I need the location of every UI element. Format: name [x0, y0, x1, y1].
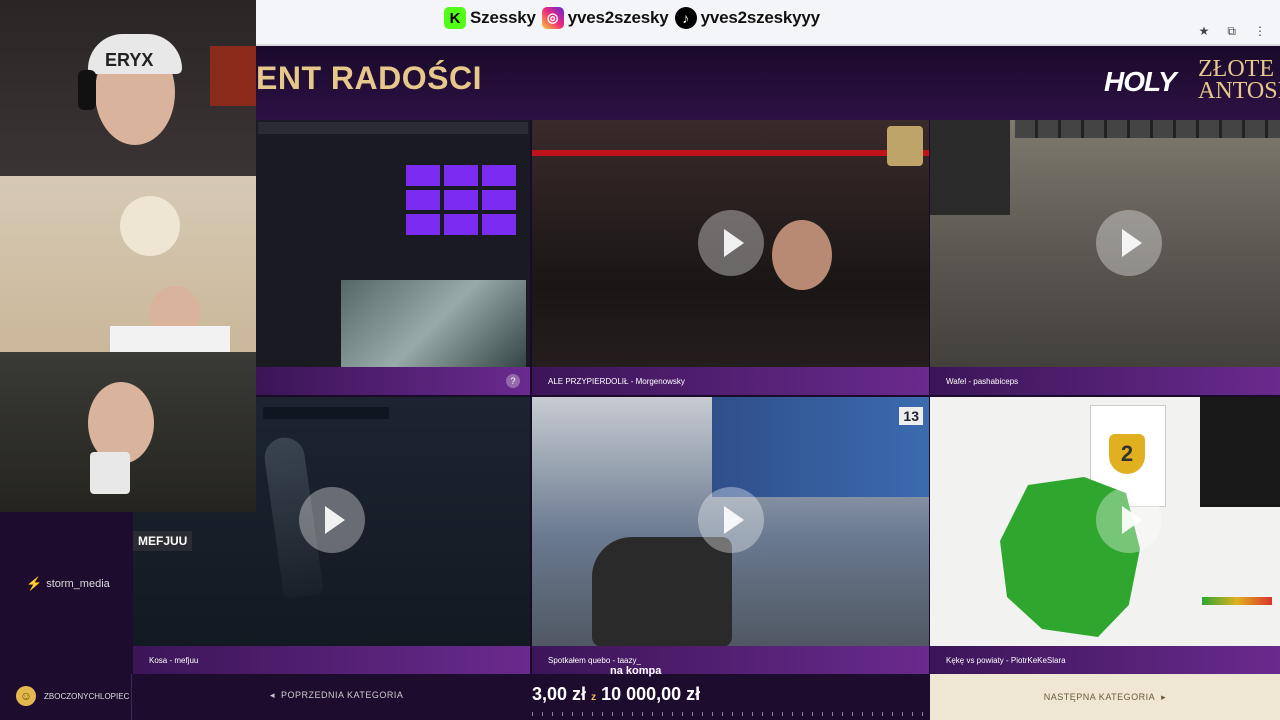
help-icon[interactable]: ? [506, 374, 520, 388]
webcam-3 [0, 352, 256, 512]
tiktok-handle: ♪ yves2szeskyyy [674, 7, 821, 29]
bookmark-star-icon[interactable]: ★ [1199, 24, 1210, 39]
storm-brand: storm_media [46, 578, 110, 590]
ceiling-lamp [120, 196, 180, 256]
user-chip[interactable]: ☺ ZBOCZONYCHLOPIEC [16, 686, 129, 706]
video-tile-6[interactable]: 2 Kękę vs powiaty - PiotrKeKeSlara [930, 397, 1280, 674]
storm-icon: ⚡ [26, 576, 43, 591]
tiktok-name: yves2szeskyyy [700, 8, 821, 27]
arrow-right-icon: ▸ [1155, 691, 1167, 702]
profile-icon[interactable]: ⋮ [1254, 24, 1266, 39]
browser-toolbar-icons: ★ ⧉ ⋮ [1199, 24, 1266, 39]
trophy-badge-icon [887, 126, 923, 166]
arrow-left-icon: ◂ [270, 690, 282, 700]
previous-category-label: POPRZEDNIA KATEGORIA [281, 690, 404, 700]
tile-caption-3: Wafel - pashabiceps [930, 367, 1280, 395]
screenshare-tabs [258, 122, 528, 134]
tile-caption-1 [256, 367, 530, 395]
play-button-icon[interactable] [1096, 210, 1162, 276]
streamer-cam-small [1200, 397, 1280, 507]
next-category-label: NASTĘPNA KATEGORIA [1043, 692, 1156, 702]
logo-line-1: ZŁOTE [1198, 56, 1274, 82]
racing-cam [341, 280, 526, 368]
webcam-1: ERYX [0, 0, 256, 176]
price-low: 3,00 zł [532, 684, 587, 704]
tiktok-icon: ♪ [674, 7, 697, 29]
platform-number: 13 [899, 407, 923, 425]
price-range: 3,00 zł z 10 000,00 zł [532, 684, 700, 705]
departure-board [712, 397, 929, 497]
social-handles: K Szessky ◎ yves2szesky ♪ yves2szeskyyy [444, 5, 820, 31]
tile-caption-2: ALE PRZYPIERDOLIŁ - Morgenowsky [532, 367, 929, 395]
video-tile-2[interactable]: ALE PRZYPIERDOLIŁ - Morgenowsky [532, 120, 929, 395]
rank-badge-icon: 2 [1109, 434, 1145, 474]
play-button-icon[interactable] [698, 210, 764, 276]
instagram-handle: ◎ yves2szesky [541, 7, 669, 29]
zlote-antosie-logo: ZŁOTE ANTOSI [1198, 56, 1280, 104]
instagram-icon: ◎ [541, 7, 564, 29]
video-tile-1[interactable]: ? [256, 120, 530, 395]
logo-line-2: ANTOSI [1198, 78, 1280, 104]
video-tile-3[interactable]: Wafel - pashabiceps [930, 120, 1280, 395]
cam-name-tag: MEFJUU [133, 531, 193, 551]
kick-icon: K [444, 7, 466, 29]
page-title: ENT RADOŚCI [256, 60, 482, 96]
scoreboard [1015, 120, 1280, 138]
mug [90, 452, 130, 494]
instagram-name: yves2szesky [567, 8, 669, 27]
wall-poster [210, 46, 256, 106]
username: ZBOCZONYCHLOPIEC [44, 691, 130, 701]
item-name-bar [263, 407, 389, 419]
tile-caption-4: Kosa - mefjuu [133, 646, 530, 674]
streamer-cam [930, 120, 1010, 215]
headphones-left [78, 70, 96, 110]
holy-logo: HOLY [1104, 66, 1177, 97]
red-stripe [532, 150, 929, 156]
tile-caption-5: Spotkałem quebo - taazy_ [532, 646, 929, 674]
webcam-2 [0, 176, 256, 352]
bottom-divider [131, 674, 132, 720]
kick-handle: K Szessky [444, 7, 536, 29]
price-scale [532, 712, 930, 716]
avatar: ☺ [16, 686, 36, 706]
kick-name: Szessky [470, 8, 536, 27]
player-head [772, 220, 832, 290]
tile-caption-6: Kękę vs powiaty - PiotrKeKeSlara [930, 646, 1280, 674]
video-tile-5[interactable]: 13 Spotkałem quebo - taazy_ [532, 397, 929, 674]
beanie-logo: ERYX [105, 50, 154, 70]
storm-media-panel [0, 512, 133, 674]
price-high: 10 000,00 zł [601, 684, 701, 704]
play-button-icon[interactable] [1096, 487, 1162, 553]
play-button-icon[interactable] [299, 487, 365, 553]
na-kompa-label: na kompa [610, 665, 662, 677]
action-grid [406, 165, 516, 235]
gun-shape [592, 537, 732, 647]
extensions-icon[interactable]: ⧉ [1227, 24, 1236, 39]
storm-media-logo: ⚡ storm_media [26, 576, 110, 592]
score-gauge [1202, 597, 1272, 605]
play-button-icon[interactable] [698, 487, 764, 553]
next-category-button[interactable]: NASTĘPNA KATEGORIA ▸ [930, 674, 1280, 720]
streamer-2-shirt [110, 326, 230, 352]
price-separator: z [591, 692, 597, 703]
previous-category-button[interactable]: ◂ POPRZEDNIA KATEGORIA [270, 690, 403, 701]
